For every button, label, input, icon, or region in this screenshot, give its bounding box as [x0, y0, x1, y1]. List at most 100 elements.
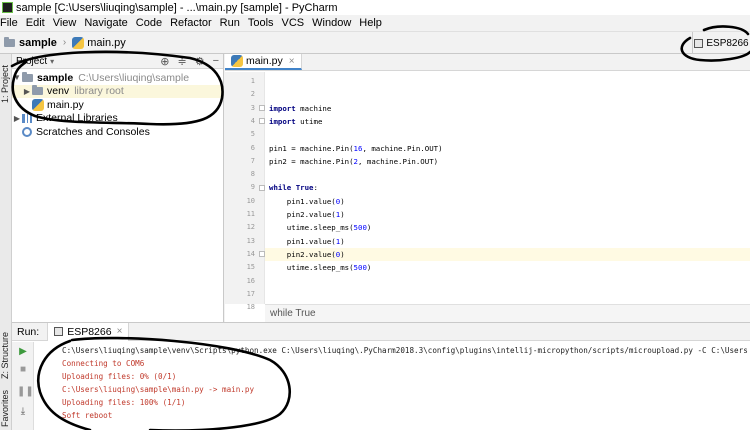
- window-title: sample [C:\Users\liuqing\sample] - ...\m…: [16, 1, 338, 14]
- line-number: 8: [250, 170, 255, 179]
- tab-project-tool[interactable]: 1: Project: [0, 58, 12, 110]
- code-line[interactable]: while True:: [265, 181, 750, 194]
- menu-view[interactable]: View: [53, 17, 81, 29]
- tree-item-external-libraries[interactable]: ▶ External Libraries: [12, 112, 223, 126]
- editor-tab-label: main.py: [246, 55, 283, 67]
- tree-item-main-py[interactable]: main.py: [12, 98, 223, 112]
- project-view-selector[interactable]: Project: [16, 56, 47, 67]
- hide-panel-icon[interactable]: −: [213, 55, 219, 68]
- code-line[interactable]: [265, 288, 750, 301]
- code-line[interactable]: import machine: [265, 102, 750, 115]
- console-output[interactable]: C:\Users\liuqing\sample\venv\Scripts\pyt…: [34, 342, 750, 430]
- menu-help[interactable]: Help: [359, 17, 386, 29]
- tab-main-py[interactable]: main.py ×: [225, 54, 302, 70]
- editor-tabs: main.py ×: [225, 54, 750, 71]
- close-icon[interactable]: ×: [289, 56, 295, 67]
- code-line[interactable]: [265, 75, 750, 88]
- folder-icon: [32, 85, 43, 96]
- console-line: C:\Users\liuqing\sample\main.py -> main.…: [62, 385, 255, 394]
- code-line[interactable]: utime.sleep_ms(500): [265, 221, 750, 234]
- code-line[interactable]: pin1.value(1): [265, 235, 750, 248]
- collapsed-arrow-icon[interactable]: ▶: [12, 114, 22, 123]
- menu-edit[interactable]: Edit: [26, 17, 49, 29]
- run-configuration-label: ESP8266: [706, 37, 749, 49]
- code-line[interactable]: [265, 128, 750, 141]
- python-file-icon: [231, 55, 243, 67]
- tree-root-name: sample: [37, 71, 74, 84]
- line-number: 13: [246, 236, 255, 245]
- menu-refactor[interactable]: Refactor: [170, 17, 216, 29]
- code-line[interactable]: pin2.value(1): [265, 208, 750, 221]
- run-tab-esp8266[interactable]: ESP8266 ×: [47, 322, 130, 341]
- console-line: Connecting to COM6: [62, 359, 145, 368]
- code-line[interactable]: import utime: [265, 115, 750, 128]
- collapse-all-icon[interactable]: ≑: [177, 55, 186, 68]
- console-line: Soft reboot: [62, 411, 113, 420]
- python-file-icon: [32, 98, 44, 111]
- scroll-to-end-icon[interactable]: ⤓: [17, 406, 29, 418]
- play-icon[interactable]: ▶: [17, 346, 29, 358]
- chevron-down-icon[interactable]: ▾: [50, 57, 54, 66]
- collapsed-arrow-icon[interactable]: ▶: [22, 87, 32, 96]
- line-number: 11: [246, 210, 255, 218]
- line-number: 5: [250, 130, 255, 139]
- left-tool-strip: 1: Project: [0, 54, 12, 322]
- code-line[interactable]: utime.sleep_ms(500): [265, 261, 750, 274]
- scratches-icon: [22, 126, 32, 137]
- expanded-arrow-icon[interactable]: ▼: [12, 73, 22, 82]
- tab-structure-tool[interactable]: Z: Structure: [0, 328, 12, 382]
- line-number: 18: [246, 303, 255, 312]
- tree-venv-name: venv: [47, 85, 70, 98]
- code-editor[interactable]: import machine import utime pin1 = machine…: [265, 72, 750, 304]
- run-toolbar: ▶ ■ ❚❚ ⤓: [12, 342, 34, 430]
- editor-area: main.py × 1 2 3 4 5 6 7 8 9 10 11 12 13 14 15 16 17 18 im…: [225, 54, 750, 322]
- console-line: Uploading files: 100% (1/1): [62, 398, 186, 407]
- close-icon[interactable]: ×: [117, 326, 123, 337]
- run-configuration-selector[interactable]: ESP8266: [692, 32, 750, 54]
- project-panel: Project ▾ ⊕ ≑ ⚙ − ▼ sample C:\Users\liuq…: [12, 54, 224, 322]
- tree-venv-hint: library root: [74, 85, 124, 98]
- line-number: 15: [246, 263, 255, 272]
- code-line[interactable]: pin2.value(0): [265, 247, 750, 262]
- tab-favorites-tool[interactable]: Favorites: [0, 388, 12, 428]
- code-line[interactable]: pin1.value(0): [265, 195, 750, 208]
- nav-project-crumb[interactable]: sample: [4, 36, 57, 49]
- menu-vcs[interactable]: VCS: [282, 17, 309, 29]
- menu-bar: File Edit View Navigate Code Refactor Ru…: [0, 15, 750, 32]
- board-icon: [54, 327, 64, 336]
- project-tree: ▼ sample C:\Users\liuqing\sample ▶ venv …: [12, 69, 223, 139]
- code-line[interactable]: [265, 168, 750, 181]
- menu-tools[interactable]: Tools: [248, 17, 278, 29]
- tree-item-root[interactable]: ▼ sample C:\Users\liuqing\sample: [12, 71, 223, 85]
- locate-file-icon[interactable]: ⊕: [160, 55, 169, 68]
- menu-code[interactable]: Code: [136, 17, 166, 29]
- pause-icon[interactable]: ❚❚: [17, 386, 34, 398]
- line-number: 1: [250, 77, 255, 85]
- stop-icon[interactable]: ■: [17, 364, 29, 376]
- menu-navigate[interactable]: Navigate: [84, 17, 131, 29]
- code-line[interactable]: [265, 275, 750, 288]
- line-number: 6: [250, 143, 255, 152]
- gear-icon[interactable]: ⚙: [195, 55, 205, 68]
- title-bar: sample [C:\Users\liuqing\sample] - ...\m…: [0, 0, 750, 15]
- code-line[interactable]: pin2 = machine.Pin(2, machine.Pin.OUT): [265, 155, 750, 168]
- code-line[interactable]: [265, 88, 750, 101]
- chevron-right-icon: ›: [62, 37, 67, 48]
- line-number: 2: [250, 90, 255, 99]
- tree-scratches-label: Scratches and Consoles: [36, 125, 150, 138]
- nav-file-crumb[interactable]: main.py: [72, 36, 126, 49]
- code-line[interactable]: pin1 = machine.Pin(16, machine.Pin.OUT): [265, 142, 750, 155]
- console-line: C:\Users\liuqing\sample\venv\Scripts\pyt…: [62, 346, 748, 355]
- menu-window[interactable]: Window: [312, 17, 355, 29]
- code-breadcrumb-item[interactable]: while True: [270, 308, 316, 319]
- line-number: 9: [250, 183, 255, 192]
- folder-icon: [4, 36, 15, 47]
- line-number: 10: [246, 196, 255, 205]
- tree-external-label: External Libraries: [36, 112, 118, 125]
- tree-item-scratches[interactable]: Scratches and Consoles: [12, 125, 223, 139]
- run-panel-label: Run:: [17, 325, 40, 338]
- menu-file[interactable]: File: [0, 17, 22, 29]
- library-icon: [22, 113, 32, 123]
- tree-item-venv[interactable]: ▶ venv library root: [12, 84, 223, 98]
- menu-run[interactable]: Run: [220, 17, 244, 29]
